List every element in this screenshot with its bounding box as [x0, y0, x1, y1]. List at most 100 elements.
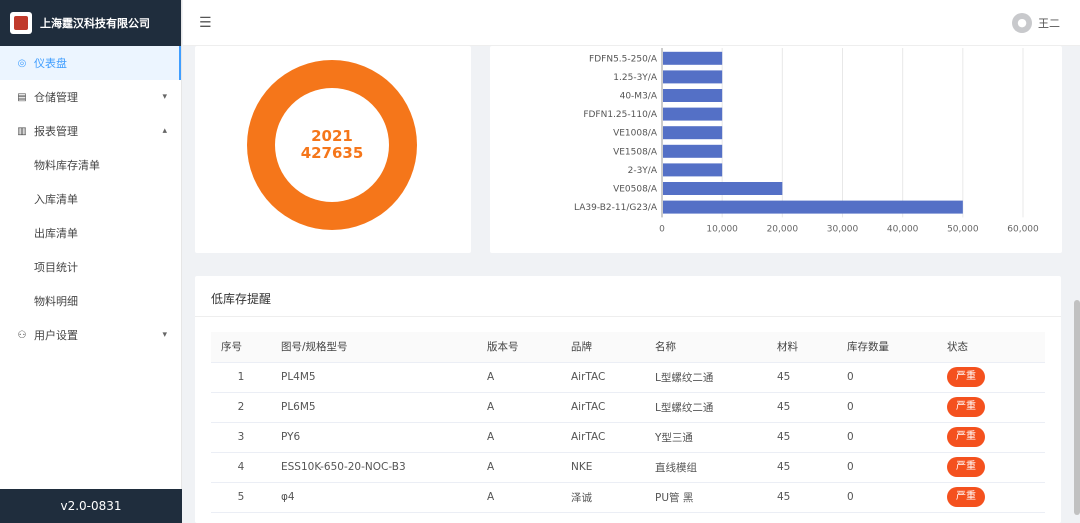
- bar: [663, 126, 723, 140]
- table-header-row: 序号 图号/规格型号 版本号 品牌 名称 材料 库存数量 状态: [211, 332, 1045, 363]
- donut-chart: 2021 427635: [247, 60, 417, 230]
- table-cell-qty: 0: [837, 452, 937, 483]
- x-tick-label: 40,000: [887, 224, 919, 234]
- bar: [663, 144, 723, 158]
- table-cell-name: L型螺纹二通: [645, 362, 767, 393]
- low-stock-card: 低库存提醒 序号 图号/规格型号 版本号 品牌 名称 材料 库存数量 状态 1P…: [195, 276, 1061, 523]
- table-cell-qty: 0: [837, 422, 937, 453]
- bar: [663, 163, 723, 177]
- x-tick-label: 60,000: [1007, 224, 1039, 234]
- bar: [663, 182, 783, 195]
- sidebar-subitem-material-detail[interactable]: 物料明细: [0, 284, 181, 318]
- bar-chart-icon: ▥: [17, 125, 27, 137]
- table-row: 2 PL6M5 A AirTAC L型螺纹二通 45 0 严重: [211, 392, 1045, 423]
- table-cell-no: 3: [211, 422, 271, 453]
- table-cell-material: 45: [767, 482, 837, 513]
- table-cell-model: ESS10K-650-20-NOC-B3: [271, 452, 477, 483]
- y-category-label: LA39-B2-11/G23/A: [574, 203, 658, 213]
- status-badge[interactable]: 严重: [947, 487, 985, 507]
- sidebar-item-label: 报表管理: [34, 125, 78, 138]
- bar: [663, 107, 723, 121]
- sidebar-item-label: 用户设置: [34, 329, 78, 342]
- table-cell-name: PU管 黑: [645, 482, 767, 513]
- x-tick-label: 10,000: [706, 224, 738, 234]
- chevron-down-icon: ▾: [162, 330, 167, 340]
- company-name: 上海霆汉科技有限公司: [40, 17, 150, 30]
- table-cell-name: 直线模组: [645, 452, 767, 483]
- y-category-label: 2-3Y/A: [628, 166, 658, 176]
- sidebar-subitem-inventory-list[interactable]: 物料库存清单: [0, 148, 181, 182]
- table-cell-material: 45: [767, 392, 837, 423]
- y-category-label: VE1508/A: [613, 147, 658, 157]
- table-cell-no: 5: [211, 482, 271, 513]
- table-cell-name: L型螺纹二通: [645, 392, 767, 423]
- table-row: 5 φ4 A 泽诚 PU管 黑 45 0 严重: [211, 482, 1045, 513]
- col-header: 状态: [937, 332, 1045, 363]
- sidebar-item-reports[interactable]: ▥ 报表管理 ▴: [0, 114, 181, 148]
- col-header: 版本号: [477, 332, 561, 363]
- status-badge[interactable]: 严重: [947, 367, 985, 387]
- donut-total: 427635: [300, 144, 364, 162]
- table-cell-brand: AirTAC: [561, 422, 645, 453]
- user-name: 王二: [1038, 16, 1060, 30]
- table-cell-version: A: [477, 422, 561, 453]
- table-cell-status: 严重: [937, 452, 1045, 483]
- warehouse-icon: ▤: [17, 91, 27, 103]
- status-badge[interactable]: 严重: [947, 397, 985, 417]
- avatar: ●: [1012, 12, 1032, 33]
- table-cell-version: A: [477, 452, 561, 483]
- table-cell-brand: AirTAC: [561, 392, 645, 423]
- y-category-label: 40-M3/A: [620, 92, 658, 102]
- donut-center: 2021 427635: [275, 88, 389, 202]
- table-cell-brand: AirTAC: [561, 362, 645, 393]
- table-row: 3 PY6 A AirTAC Y型三通 45 0 严重: [211, 422, 1045, 453]
- table-cell-qty: 0: [837, 482, 937, 513]
- table-cell-version: A: [477, 482, 561, 513]
- col-header: 名称: [645, 332, 767, 363]
- table-cell-no: 2: [211, 392, 271, 423]
- table-cell-material: 45: [767, 362, 837, 393]
- table-cell-name: Y型三通: [645, 422, 767, 453]
- sidebar-item-label: 仪表盘: [34, 57, 67, 70]
- table-cell-version: A: [477, 392, 561, 423]
- table-cell-version: A: [477, 362, 561, 393]
- col-header: 图号/规格型号: [271, 332, 477, 363]
- y-category-label: 1.25-3Y/A: [613, 73, 658, 83]
- x-tick-label: 30,000: [827, 224, 859, 234]
- table-row: 1 PL4M5 A AirTAC L型螺纹二通 45 0 严重: [211, 362, 1045, 393]
- status-badge[interactable]: 严重: [947, 457, 985, 477]
- low-stock-title: 低库存提醒: [211, 292, 272, 306]
- sidebar-menu: ◎ 仪表盘 ▤ 仓储管理 ▾ ▥ 报表管理 ▴ 物料库存清单 入库清单 出库清单…: [0, 46, 181, 352]
- status-badge[interactable]: 严重: [947, 427, 985, 447]
- x-tick-label: 50,000: [947, 224, 979, 234]
- table-cell-no: 4: [211, 452, 271, 483]
- page-scrollbar[interactable]: [1074, 300, 1080, 515]
- low-stock-table: 序号 图号/规格型号 版本号 品牌 名称 材料 库存数量 状态 1 PL4M5 A A…: [211, 332, 1045, 513]
- sidebar-subitem-outbound-list[interactable]: 出库清单: [0, 216, 181, 250]
- y-category-label: FDFN5.5-250/A: [589, 54, 658, 64]
- sidebar-item-user-settings[interactable]: ⚇ 用户设置 ▾: [0, 318, 181, 352]
- divider: [195, 316, 1061, 317]
- dashboard-icon: ◎: [17, 57, 27, 69]
- sidebar-subitem-inbound-list[interactable]: 入库清单: [0, 182, 181, 216]
- sidebar-item-dashboard[interactable]: ◎ 仪表盘: [0, 46, 181, 80]
- user-settings-icon: ⚇: [17, 329, 27, 341]
- sidebar-item-warehouse[interactable]: ▤ 仓储管理 ▾: [0, 80, 181, 114]
- table-cell-model: φ4: [271, 482, 477, 513]
- chevron-down-icon: ▾: [162, 92, 167, 102]
- bar: [663, 200, 963, 214]
- total-stock-card: 2021 427635: [195, 46, 471, 253]
- table-cell-qty: 0: [837, 362, 937, 393]
- x-tick-label: 0: [659, 224, 665, 234]
- x-tick-label: 20,000: [767, 224, 799, 234]
- bar: [663, 70, 723, 84]
- menu-toggle-icon[interactable]: ☰: [199, 15, 212, 31]
- table-cell-brand: 泽诚: [561, 482, 645, 513]
- y-category-label: VE1008/A: [613, 129, 658, 139]
- sidebar-subitem-project-stats[interactable]: 项目统计: [0, 250, 181, 284]
- col-header: 序号: [211, 332, 271, 363]
- user-menu[interactable]: ● 王二: [1012, 12, 1060, 33]
- col-header: 材料: [767, 332, 837, 363]
- table-cell-status: 严重: [937, 482, 1045, 513]
- table-cell-status: 严重: [937, 392, 1045, 423]
